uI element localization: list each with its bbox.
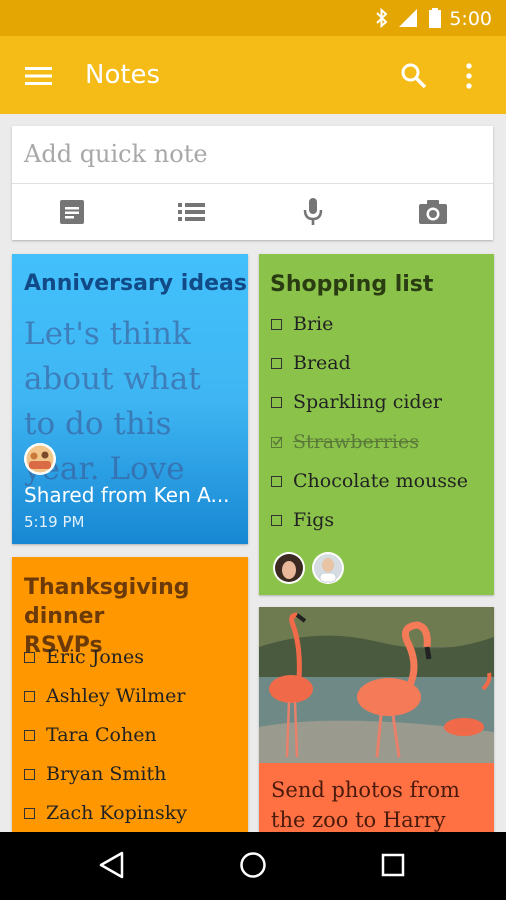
checklist-item-label: Sparkling cider [293, 391, 442, 413]
more-vert-icon[interactable] [464, 62, 474, 90]
note-body-line: the zoo to Harry [271, 808, 446, 832]
note-card-shopping-list[interactable]: Shopping list Brie Bread Sparkling cider… [259, 254, 494, 595]
note-card-zoo[interactable]: Send photos from the zoo to Harry [259, 607, 494, 832]
microphone-icon [303, 198, 323, 225]
checklist-item[interactable]: Ashley Wilmer [24, 685, 186, 707]
checklist-item-label: Zach Kopinsky [46, 802, 188, 824]
checkbox[interactable] [24, 690, 35, 702]
checklist-item[interactable]: Bryan Smith [24, 763, 166, 785]
shared-from-label: Shared from Ken A... [24, 483, 230, 507]
collaborator-avatar[interactable] [272, 551, 306, 585]
signal-icon [399, 9, 417, 27]
home-icon[interactable] [238, 850, 268, 880]
checklist-item-label: Ashley Wilmer [46, 685, 186, 707]
checklist-item-checked[interactable]: Strawberries [271, 431, 419, 453]
quick-note-bar: Add quick note [12, 126, 493, 240]
avatar [24, 443, 56, 475]
note-body-line: Let's think [24, 316, 191, 352]
app-bar: Notes [0, 36, 506, 114]
checkbox[interactable] [271, 396, 282, 408]
note-body-line: to do this [24, 406, 172, 442]
new-photo-note-button[interactable] [373, 184, 493, 240]
status-time: 5:00 [449, 8, 492, 30]
new-list-button[interactable] [132, 184, 252, 240]
checkbox[interactable] [24, 807, 35, 819]
back-icon[interactable] [98, 850, 126, 880]
checklist-item-label: Bryan Smith [46, 763, 167, 785]
checklist-item[interactable]: Brie [271, 313, 333, 335]
checkbox[interactable] [24, 651, 35, 663]
checklist-item-label: Bread [293, 352, 351, 374]
checklist-item[interactable]: Chocolate mousse [271, 470, 468, 492]
check-icon [272, 436, 283, 446]
navigation-bar [0, 832, 506, 900]
checklist-item[interactable]: Figs [271, 509, 334, 531]
checklist-item[interactable]: Zach Kopinsky [24, 802, 187, 824]
note-body: Send photos from the zoo to Harry [271, 775, 460, 832]
note-card-thanksgiving[interactable]: Thanksgiving dinner RSVPs Eric Jones Ash… [12, 557, 248, 832]
checklist-item[interactable]: Sparkling cider [271, 391, 442, 413]
battery-icon [429, 8, 441, 28]
checklist-item-label: Eric Jones [46, 646, 144, 668]
app-title: Notes [85, 60, 161, 90]
checkbox[interactable] [271, 357, 282, 369]
checkbox[interactable] [271, 514, 282, 526]
note-body-line: Send photos from [271, 778, 460, 802]
checkbox[interactable] [24, 729, 35, 741]
note-timestamp: 5:19 PM [24, 513, 85, 531]
checklist-item-label: Figs [293, 509, 335, 531]
flamingo-photo [259, 607, 494, 763]
text-note-icon [60, 200, 84, 224]
new-voice-note-button[interactable] [253, 184, 373, 240]
quick-note-input[interactable]: Add quick note [24, 140, 208, 168]
checkbox[interactable] [24, 768, 35, 780]
checkbox[interactable] [271, 475, 282, 487]
search-icon[interactable] [400, 62, 428, 90]
list-icon [178, 203, 205, 221]
checklist-item-label: Brie [293, 313, 334, 335]
note-title-line: Thanksgiving dinner [24, 575, 190, 629]
checklist-item[interactable]: Bread [271, 352, 351, 374]
menu-icon[interactable] [25, 65, 53, 87]
checkbox-checked[interactable] [271, 436, 283, 448]
new-text-note-button[interactable] [12, 184, 132, 240]
checkbox[interactable] [271, 318, 282, 330]
collaborator-avatar[interactable] [311, 551, 345, 585]
checklist-item-label: Chocolate mousse [293, 470, 469, 492]
checklist-item[interactable]: Eric Jones [24, 646, 144, 668]
note-card-anniversary[interactable]: Anniversary ideas Let's think about what… [12, 254, 248, 544]
note-title: Anniversary ideas [24, 271, 247, 296]
checklist-item[interactable]: Tara Cohen [24, 724, 157, 746]
status-bar: 5:00 [0, 0, 506, 36]
recents-icon[interactable] [380, 850, 406, 880]
note-title: Shopping list [270, 272, 434, 297]
bluetooth-icon [376, 8, 388, 28]
checklist-item-label: Strawberries [293, 431, 419, 453]
checklist-item-label: Tara Cohen [46, 724, 157, 746]
note-body-line: about what [24, 361, 201, 397]
camera-icon [419, 200, 447, 224]
